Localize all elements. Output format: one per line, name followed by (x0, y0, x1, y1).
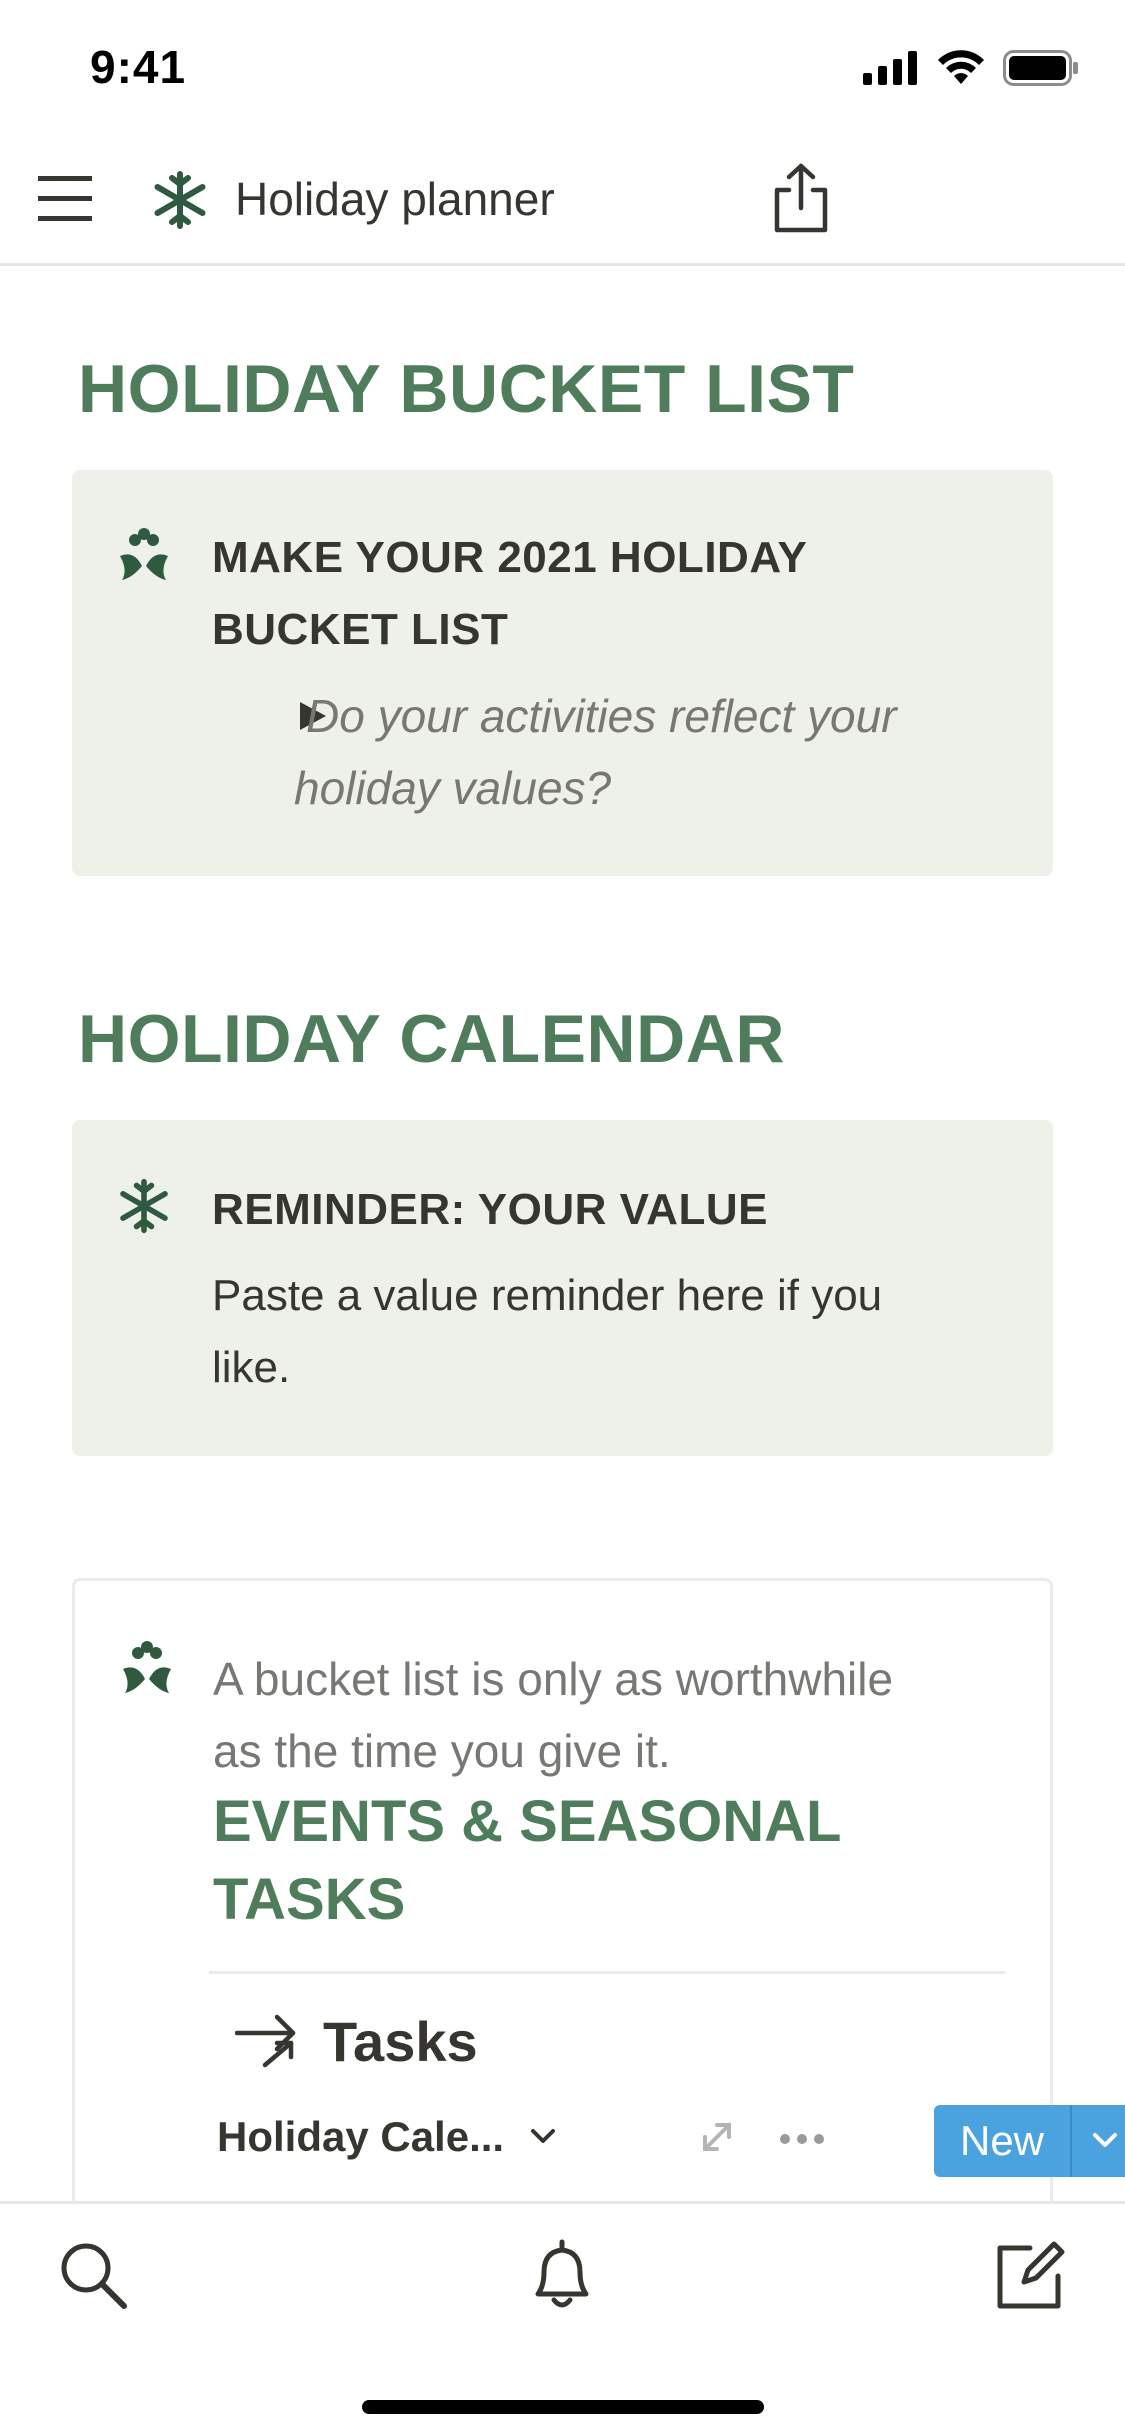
bucket-toggle-line1[interactable]: Do your activities reflect your (306, 680, 897, 752)
bottom-toolbar (0, 2201, 1125, 2436)
reminder-callout-heading: REMINDER: YOUR VALUE (212, 1185, 768, 1234)
share-icon (774, 163, 828, 233)
arrow-icon (235, 2014, 296, 2068)
wifi-icon (938, 50, 984, 84)
chevron-down-icon[interactable] (529, 2127, 557, 2147)
heading-holiday-calendar: HOLIDAY CALENDAR (78, 1001, 785, 1077)
bucket-callout-heading-line1: MAKE YOUR 2021 HOLIDAY (212, 533, 808, 582)
card-heading: EVENTS & SEASONAL TASKS (213, 1783, 1033, 1939)
new-page-button[interactable] (990, 2236, 1070, 2316)
expand-icon[interactable] (699, 2119, 735, 2155)
share-button[interactable] (770, 162, 832, 234)
view-selector[interactable]: Holiday Cale... (217, 2113, 504, 2161)
status-bar: 9:41 (0, 0, 1125, 130)
battery-icon (1003, 50, 1078, 86)
heading-bucket-list: HOLIDAY BUCKET LIST (78, 351, 855, 427)
status-icons (863, 50, 1079, 86)
divider (209, 1971, 1005, 1974)
home-indicator (362, 2400, 764, 2414)
snowflake-icon (116, 1176, 172, 1240)
database-title[interactable]: Tasks (323, 2009, 478, 2074)
menu-button[interactable] (36, 172, 96, 224)
notifications-button[interactable] (522, 2236, 602, 2316)
chevron-down-icon (1093, 2133, 1117, 2147)
new-button[interactable]: New (934, 2105, 1125, 2177)
card-quote-line2: as the time you give it. (213, 1725, 671, 1777)
view-controls: Holiday Cale... New (217, 2105, 1125, 2177)
card-heading-line2: TASKS (213, 1867, 406, 1932)
bucket-toggle-line2[interactable]: holiday values? (294, 752, 611, 824)
card-quote-line1: A bucket list is only as worthwhile (213, 1653, 894, 1705)
snowflake-icon (150, 170, 210, 230)
new-button-label[interactable]: New (934, 2105, 1072, 2177)
page-title: Holiday planner (235, 173, 555, 225)
top-nav: Holiday planner (0, 130, 1125, 266)
compose-icon (997, 2241, 1065, 2309)
bucket-list-callout[interactable]: MAKE YOUR 2021 HOLIDAY BUCKET LIST Do yo… (72, 470, 1053, 876)
card-heading-line1: EVENTS & SEASONAL (213, 1789, 842, 1854)
reminder-body-line2: like. (212, 1343, 291, 1392)
menu-icon (38, 176, 92, 221)
events-card[interactable]: A bucket list is only as worthwhile as t… (72, 1578, 1125, 2201)
search-button[interactable] (54, 2236, 134, 2316)
bell-icon (535, 2239, 589, 2308)
database-title-row[interactable]: Tasks (235, 2001, 478, 2081)
bucket-callout-heading-line2: BUCKET LIST (212, 605, 509, 654)
reminder-callout[interactable]: REMINDER: YOUR VALUE Paste a value remin… (72, 1120, 1053, 1456)
more-icon[interactable] (779, 2133, 825, 2145)
reminder-body-line1: Paste a value reminder here if you (212, 1271, 883, 1320)
search-icon (61, 2243, 127, 2309)
new-dropdown-button[interactable] (1072, 2105, 1125, 2177)
holly-icon (119, 1639, 175, 1703)
card-quote: A bucket list is only as worthwhile as t… (213, 1643, 1033, 1787)
signal-icon (863, 51, 917, 85)
page-content[interactable]: HOLIDAY BUCKET LIST MAKE YOUR 2021 HOLID… (0, 266, 1125, 2201)
holly-icon (116, 526, 172, 590)
status-time: 9:41 (90, 41, 187, 93)
